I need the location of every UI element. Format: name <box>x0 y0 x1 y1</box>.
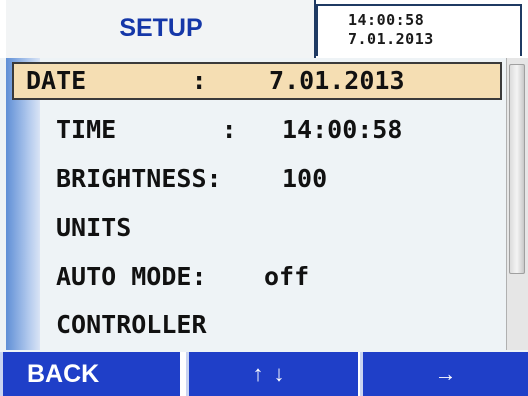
menu-item-value: off <box>264 262 310 291</box>
menu-item-controller[interactable]: CONTROLLER <box>42 306 498 344</box>
up-down-arrows-button[interactable]: ↑↓ <box>186 352 358 396</box>
title-tab: SETUP <box>6 0 316 58</box>
menu-item-label: CONTROLLER <box>56 310 207 339</box>
menu-item-label: UNITS <box>56 213 132 242</box>
menu-item-date[interactable]: DATE : 7.01.2013 <box>12 62 502 100</box>
list-edge-decoration <box>6 58 40 350</box>
menu-item-value: 100 <box>282 164 328 193</box>
softkey-bar: BACK ↑↓ → <box>0 352 528 396</box>
device-screen: SETUP 14:00:58 7.01.2013 DATE : 7.01.201… <box>0 0 528 396</box>
clock-display: 14:00:58 7.01.2013 <box>316 4 522 56</box>
menu-item-value: 14:00:58 <box>282 115 403 144</box>
scrollbar[interactable] <box>506 58 528 350</box>
clock-time: 14:00:58 <box>348 11 425 29</box>
header-bar: SETUP 14:00:58 7.01.2013 <box>0 0 528 58</box>
menu-item-units[interactable]: UNITS <box>42 209 498 247</box>
arrow-right-button[interactable]: → <box>360 352 528 396</box>
menu-item-label: DATE : <box>26 66 207 95</box>
menu-item-auto-mode[interactable]: AUTO MODE: off <box>42 258 498 296</box>
clock-date: 7.01.2013 <box>348 30 434 48</box>
menu-item-label: BRIGHTNESS: <box>56 164 222 193</box>
scrollbar-thumb[interactable] <box>509 64 525 274</box>
menu-item-brightness[interactable]: BRIGHTNESS: 100 <box>42 160 498 198</box>
page-title: SETUP <box>119 14 203 42</box>
menu-item-label: AUTO MODE: <box>56 262 207 291</box>
menu-item-value: 7.01.2013 <box>254 66 405 95</box>
menu-item-label: TIME : <box>56 115 237 144</box>
back-button[interactable]: BACK <box>0 352 180 396</box>
menu-item-time[interactable]: TIME : 14:00:58 <box>42 111 498 149</box>
